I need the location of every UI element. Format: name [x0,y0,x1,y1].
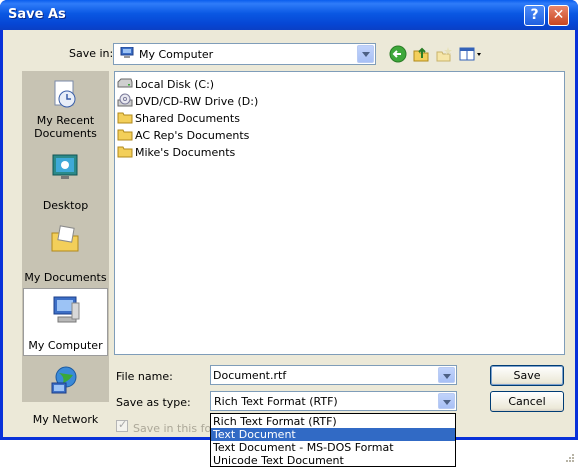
save-as-dialog: Save As ? ✕ Save in: My Computer My Rece… [0,0,578,462]
chevron-down-icon[interactable] [357,45,374,63]
resize-grip-icon[interactable] [563,453,575,465]
folder-icon [117,112,133,124]
network-icon [51,366,77,394]
save-in-value: My Computer [139,48,214,61]
file-name: Shared Documents [135,112,240,125]
help-button[interactable]: ? [524,5,545,26]
save-as-type-value: Rich Text Format (RTF) [214,395,338,408]
place-desktop[interactable]: Desktop [23,147,108,215]
save-as-type-dropdown[interactable]: Rich Text Format (RTF) [210,391,457,411]
places-bar: My Recent Documents Desktop My Documents [22,71,109,426]
dialog-body: Save in: My Computer My Recent Documents… [3,30,575,462]
place-label: My Documents [24,271,107,284]
cancel-button[interactable]: Cancel [490,391,564,412]
up-folder-icon[interactable] [412,45,430,63]
title-bar[interactable]: Save As ? ✕ [0,0,578,30]
file-list[interactable]: Local Disk (C:) DVD/CD-RW Drive (D:) Sha… [114,71,565,355]
save-in-dropdown[interactable]: My Computer [113,43,376,65]
place-my-documents[interactable]: My Documents [23,219,108,287]
file-name: AC Rep's Documents [135,129,250,142]
place-label: My Network [32,413,99,426]
views-menu-icon[interactable] [459,45,483,63]
folder-icon [117,129,133,141]
option-rich-text-format[interactable]: Rich Text Format (RTF) [211,415,455,428]
save-format-checkbox[interactable] [116,418,128,432]
save-button[interactable]: Save [490,365,564,386]
save-in-label: Save in: [69,47,114,60]
dvd-icon [117,93,133,107]
file-name-label: File name: [116,370,173,383]
my-computer-icon [53,296,80,323]
file-name: Local Disk (C:) [135,78,215,91]
place-my-computer[interactable]: My Computer [23,288,108,356]
option-unicode-text-document[interactable]: Unicode Text Document [211,454,455,467]
recent-documents-icon [54,80,76,108]
chevron-down-icon[interactable] [438,393,455,409]
file-name-field[interactable] [210,365,457,385]
folder-icon [117,146,133,158]
place-my-network[interactable]: My Network [23,361,108,429]
place-label: Desktop [42,199,89,212]
option-text-document-ms-dos[interactable]: Text Document - MS-DOS Format [211,441,455,454]
disk-icon [117,78,133,88]
file-name: DVD/CD-RW Drive (D:) [135,95,259,108]
save-as-type-options-list[interactable]: Rich Text Format (RTF) Text Document Tex… [210,413,456,467]
chevron-down-icon[interactable] [438,367,455,383]
new-folder-icon[interactable] [435,45,453,63]
file-name-input[interactable] [213,367,433,383]
dialog-title: Save As [8,7,66,22]
file-name: Mike's Documents [135,146,236,159]
my-computer-icon [120,47,134,58]
save-as-type-label: Save as type: [116,396,191,409]
place-label: My Computer [28,339,103,352]
desktop-icon [52,154,78,179]
option-text-document[interactable]: Text Document [211,428,455,441]
place-my-recent-documents[interactable]: My Recent Documents [23,75,108,143]
my-documents-icon [51,225,79,252]
close-button[interactable]: ✕ [548,5,569,26]
back-icon[interactable] [389,45,407,63]
place-label: My Recent Documents [34,114,97,140]
